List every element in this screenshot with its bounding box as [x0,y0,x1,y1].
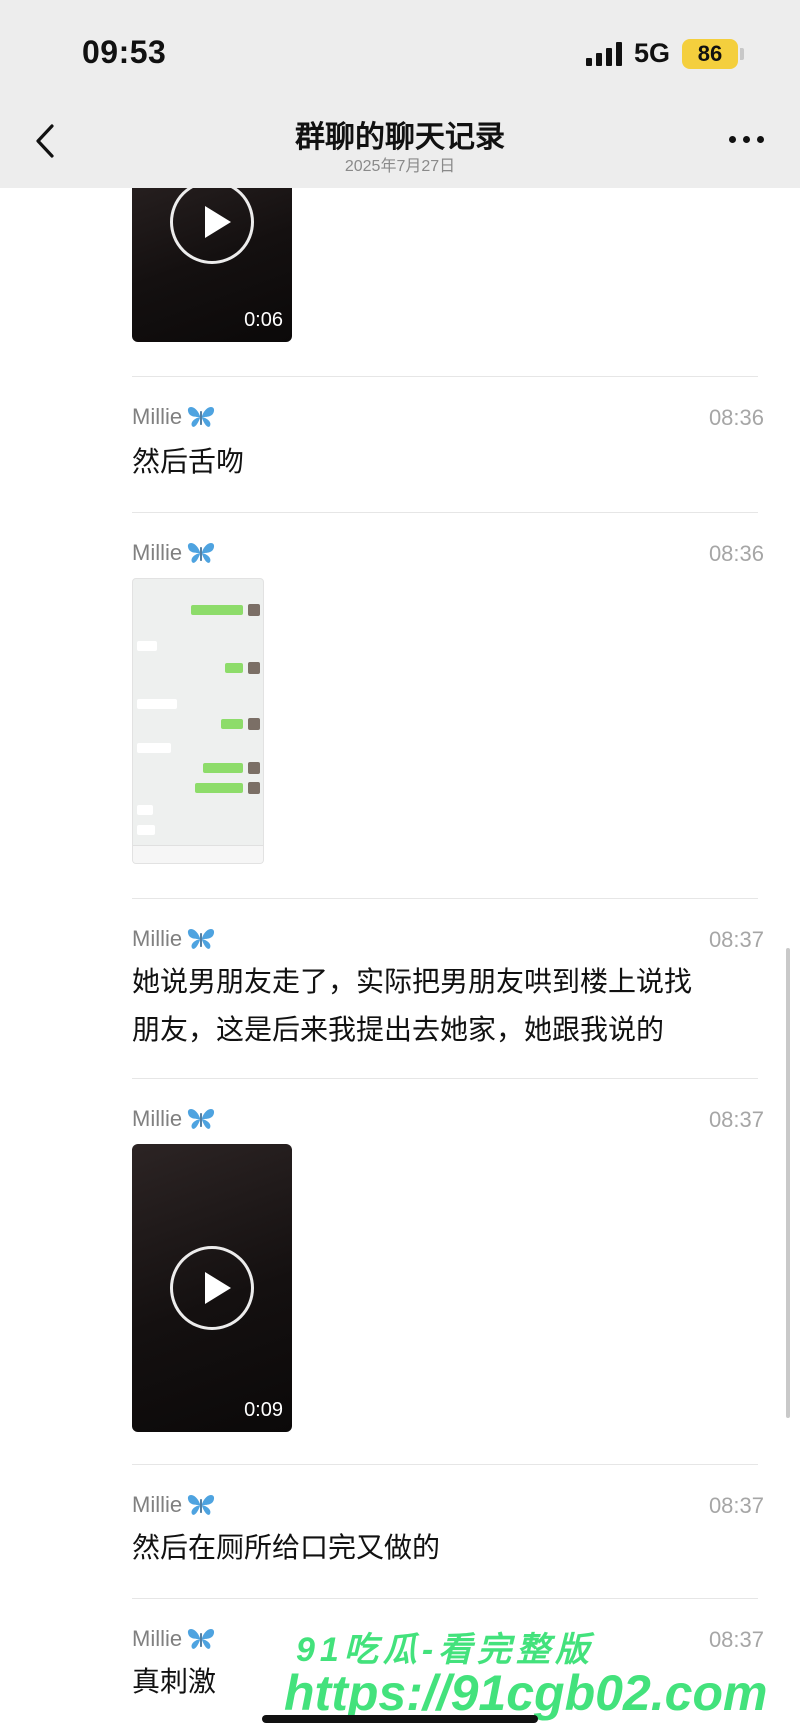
divider [132,1598,758,1599]
scrollbar[interactable] [786,948,790,1418]
home-indicator[interactable] [262,1715,538,1723]
thumb-input-bar [133,845,263,863]
thumb-avatar [248,718,260,730]
message-time: 08:37 [708,1627,764,1652]
video-duration: 0:06 [244,309,283,331]
message-text[interactable]: 然后舌吻 [132,438,752,486]
thumb-bubble [137,743,171,753]
thumb-bubble [191,605,243,615]
message-text[interactable]: 她说男朋友走了，实际把男朋友哄到楼上说找 朋友，这是后来我提出去她家，她跟我说的 [132,958,752,1054]
message-time: 08:36 [708,541,764,566]
signal-icon [585,41,622,66]
video-message[interactable]: 0:09 [132,1144,292,1432]
thumb-bubble [203,763,243,773]
status-time: 09:53 [82,34,167,70]
thumb-bubble [225,663,243,673]
divider [132,376,758,377]
butterfly-icon [188,1628,215,1649]
sender-name[interactable]: Millie [132,1106,216,1132]
image-message[interactable] [132,578,264,864]
butterfly-icon [188,1108,215,1129]
message-text[interactable]: 然后在厕所给口完又做的 [132,1524,752,1572]
chat-record-list: 0:06 Millie 08:36 然后舌吻 Millie 08:36 Mill… [0,0,800,1733]
divider [132,1078,758,1079]
butterfly-icon [188,542,215,563]
sender-name[interactable]: Millie [132,540,216,566]
thumb-avatar [248,782,260,794]
battery-level: 86 [682,38,738,69]
butterfly-icon [188,928,215,949]
thumb-bubble [137,641,157,651]
divider [132,512,758,513]
message-time: 08:37 [708,1107,764,1132]
butterfly-icon [188,406,215,427]
divider [132,898,758,899]
thumb-bubble [221,719,243,729]
thumb-avatar [248,762,260,774]
battery-icon: 86 [682,38,744,69]
top-bar: 09:53 5G 86 群聊的聊天记录 2025年7月27日 [0,0,800,188]
thumb-avatar [248,662,260,674]
message-time: 08:37 [708,927,764,952]
message-line: 她说男朋友走了，实际把男朋友哄到楼上说找 [132,966,693,997]
thumb-bubble [137,825,155,835]
butterfly-icon [188,1494,215,1515]
thumb-bubble [195,783,243,793]
video-duration: 0:09 [244,1399,283,1421]
thumb-avatar [248,604,260,616]
play-icon[interactable] [170,1246,254,1330]
sender-name[interactable]: Millie [132,404,216,430]
status-icons: 5G 86 [585,38,744,69]
message-time: 08:37 [708,1493,764,1518]
thumb-bubble [137,699,177,709]
more-dots-icon[interactable] [729,136,764,143]
message-line: 朋友，这是后来我提出去她家，她跟我说的 [132,1014,665,1045]
page-title: 群聊的聊天记录 [295,121,505,154]
network-type: 5G [633,38,670,68]
sender-name[interactable]: Millie [132,1492,216,1518]
play-icon[interactable] [170,180,254,264]
page-date: 2025年7月27日 [344,158,456,175]
sender-name[interactable]: Millie [132,1626,216,1652]
watermark-url: https://91cgb02.com [284,1665,768,1721]
thumb-bubble [137,805,153,815]
divider [132,1464,758,1465]
message-time: 08:36 [708,405,764,430]
sender-name[interactable]: Millie [132,926,216,952]
